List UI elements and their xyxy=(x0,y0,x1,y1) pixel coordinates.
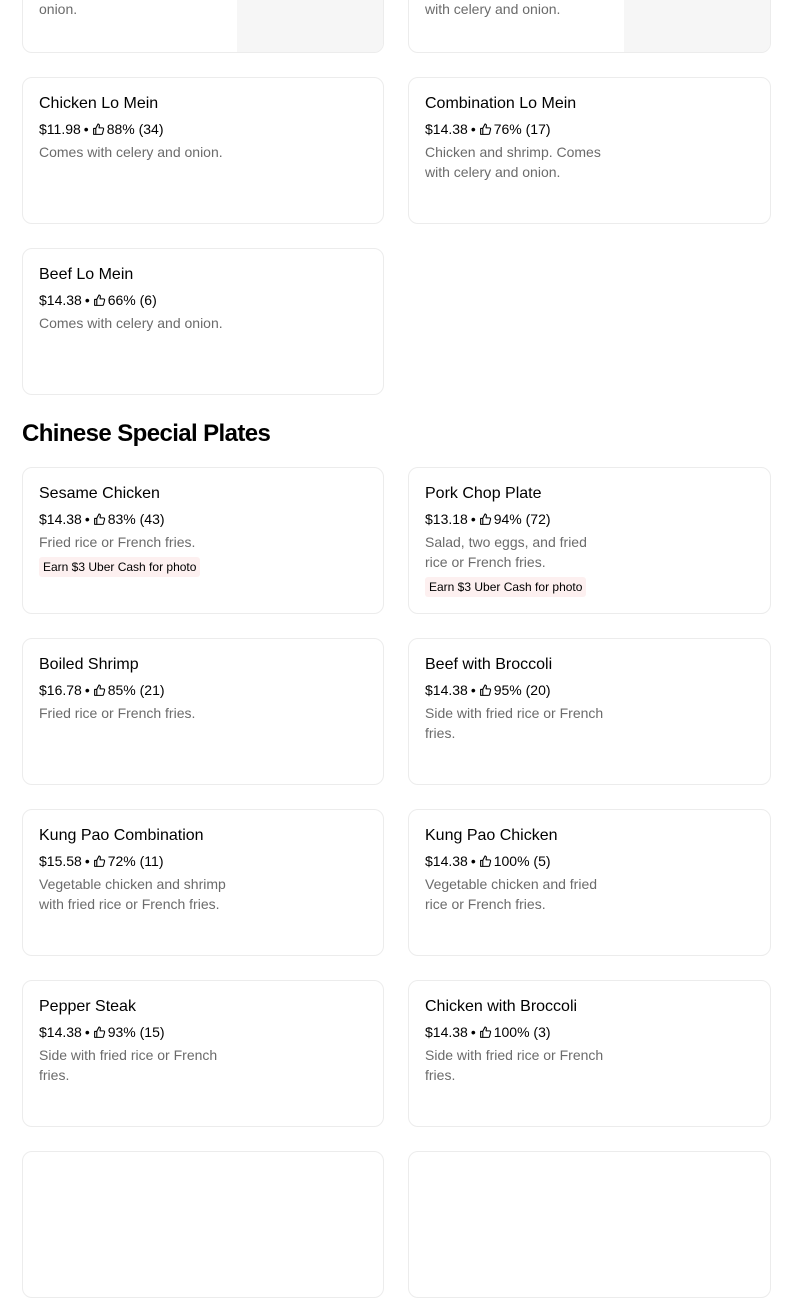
menu-item-card[interactable]: Chicken with Broccoli $14.38 • 100% (3) … xyxy=(408,980,771,1127)
item-name: Beef Lo Mein xyxy=(39,266,134,283)
item-meta: $16.78 • 85% (21) xyxy=(39,680,165,700)
meta-separator: • xyxy=(470,511,476,527)
item-rating: 85% (21) xyxy=(107,682,165,698)
menu-item-card[interactable]: Pork Chop Plate $13.18 • 94% (72) Salad,… xyxy=(408,467,771,614)
item-price: $14.38 xyxy=(425,121,468,137)
uber-cash-promo-badge: Earn $3 Uber Cash for photo xyxy=(39,557,201,577)
item-rating: 100% (5) xyxy=(493,853,551,869)
item-description: with celery and onion. xyxy=(425,1,561,17)
meta-separator: • xyxy=(84,853,90,869)
item-description: onion. xyxy=(39,1,78,17)
item-name: Combination Lo Mein xyxy=(425,95,577,112)
item-meta: $11.98 • 88% (34) xyxy=(39,119,164,139)
thumbs-up-icon xyxy=(93,1026,106,1039)
item-name: Sesame Chicken xyxy=(39,485,160,502)
item-description: Vegetable chicken and shrimp with fried … xyxy=(39,876,226,912)
menu-item-card[interactable]: Beef Lo Mein $14.38 • 66% (6) Comes with… xyxy=(22,248,384,395)
item-name: Chicken Lo Mein xyxy=(39,95,159,112)
item-image xyxy=(624,0,770,52)
item-image xyxy=(237,0,383,52)
item-meta: $14.38 • 95% (20) xyxy=(425,680,551,700)
item-meta: $14.38 • 66% (6) xyxy=(39,290,157,310)
item-description: Side with fried rice or French fries. xyxy=(425,705,604,741)
item-name: Beef with Broccoli xyxy=(425,656,553,673)
item-rating: 95% (20) xyxy=(493,682,551,698)
meta-separator: • xyxy=(84,682,90,698)
item-meta: $14.38 • 100% (3) xyxy=(425,1022,551,1042)
item-description: Vegetable chicken and fried rice or Fren… xyxy=(425,876,598,912)
item-price: $13.18 xyxy=(425,511,468,527)
item-meta: $14.38 • 76% (17) xyxy=(425,119,551,139)
item-price: $14.38 xyxy=(39,511,82,527)
menu-item-card[interactable]: Chicken Lo Mein $11.98 • 88% (34) Comes … xyxy=(22,77,384,224)
thumbs-up-icon xyxy=(479,1026,492,1039)
item-meta: $14.38 • 100% (5) xyxy=(425,851,551,871)
item-description: Chicken and shrimp. Comes with celery an… xyxy=(425,144,601,180)
item-description: Fried rice or French fries. xyxy=(39,534,196,550)
menu-item-card[interactable]: Kung Pao Combination $15.58 • 72% (11) V… xyxy=(22,809,384,956)
meta-separator: • xyxy=(84,511,90,527)
menu-item-card[interactable] xyxy=(408,1151,771,1298)
item-name: Kung Pao Chicken xyxy=(425,827,558,844)
item-rating: 93% (15) xyxy=(107,1024,165,1040)
menu-item-card[interactable]: Pepper Steak $14.38 • 93% (15) Side with… xyxy=(22,980,384,1127)
item-description: Salad, two eggs, and fried rice or Frenc… xyxy=(425,534,587,570)
meta-separator: • xyxy=(470,121,476,137)
section-title: Chinese Special Plates xyxy=(22,420,271,447)
item-meta: $15.58 • 72% (11) xyxy=(39,851,164,871)
item-description: Comes with celery and onion. xyxy=(39,144,223,160)
menu-item-card[interactable]: Sesame Chicken $14.38 • 83% (43) Fried r… xyxy=(22,467,384,614)
item-description: Side with fried rice or French fries. xyxy=(425,1047,604,1083)
thumbs-up-icon xyxy=(93,684,106,697)
item-meta: $14.38 • 83% (43) xyxy=(39,509,165,529)
menu-item-card[interactable]: Boiled Shrimp $16.78 • 85% (21) Fried ri… xyxy=(22,638,384,785)
item-price: $14.38 xyxy=(425,853,468,869)
item-price: $15.58 xyxy=(39,853,82,869)
item-price: $11.98 xyxy=(39,121,81,137)
thumbs-up-icon xyxy=(479,855,492,868)
item-description: Side with fried rice or French fries. xyxy=(39,1047,218,1083)
thumbs-up-icon xyxy=(479,513,492,526)
item-meta: $14.38 • 93% (15) xyxy=(39,1022,165,1042)
item-name: Pepper Steak xyxy=(39,998,136,1015)
thumbs-up-icon xyxy=(93,513,106,526)
item-rating: 76% (17) xyxy=(493,121,551,137)
item-meta: $13.18 • 94% (72) xyxy=(425,509,551,529)
item-rating: 83% (43) xyxy=(107,511,165,527)
item-name: Boiled Shrimp xyxy=(39,656,139,673)
menu-item-card[interactable]: Beef with Broccoli $14.38 • 95% (20) Sid… xyxy=(408,638,771,785)
item-rating: 66% (6) xyxy=(107,292,157,308)
thumbs-up-icon xyxy=(479,684,492,697)
meta-separator: • xyxy=(470,853,476,869)
item-name: Kung Pao Combination xyxy=(39,827,204,844)
item-price: $14.38 xyxy=(39,292,82,308)
item-price: $14.38 xyxy=(425,1024,468,1040)
item-price: $16.78 xyxy=(39,682,82,698)
thumbs-up-icon xyxy=(93,294,106,307)
item-rating: 94% (72) xyxy=(493,511,551,527)
item-description: Comes with celery and onion. xyxy=(39,315,223,331)
item-name: Chicken with Broccoli xyxy=(425,998,578,1015)
menu-item-card[interactable]: Combination Lo Mein $14.38 • 76% (17) Ch… xyxy=(408,77,771,224)
item-price: $14.38 xyxy=(39,1024,82,1040)
menu-item-card[interactable]: with celery and onion. xyxy=(408,0,771,53)
item-name: Pork Chop Plate xyxy=(425,485,542,502)
item-rating: 100% (3) xyxy=(493,1024,551,1040)
item-rating: 72% (11) xyxy=(107,853,164,869)
thumbs-up-icon xyxy=(479,123,492,136)
thumbs-up-icon xyxy=(92,123,105,136)
uber-cash-promo-badge: Earn $3 Uber Cash for photo xyxy=(425,577,587,597)
menu-item-card[interactable]: onion. xyxy=(22,0,384,53)
menu-item-card[interactable]: Kung Pao Chicken $14.38 • 100% (5) Veget… xyxy=(408,809,771,956)
item-price: $14.38 xyxy=(425,682,468,698)
meta-separator: • xyxy=(470,682,476,698)
thumbs-up-icon xyxy=(93,855,106,868)
meta-separator: • xyxy=(470,1024,476,1040)
meta-separator: • xyxy=(84,292,90,308)
item-description: Fried rice or French fries. xyxy=(39,705,196,721)
meta-separator: • xyxy=(84,1024,90,1040)
meta-separator: • xyxy=(83,121,89,137)
menu-item-card[interactable] xyxy=(22,1151,384,1298)
item-rating: 88% (34) xyxy=(106,121,164,137)
